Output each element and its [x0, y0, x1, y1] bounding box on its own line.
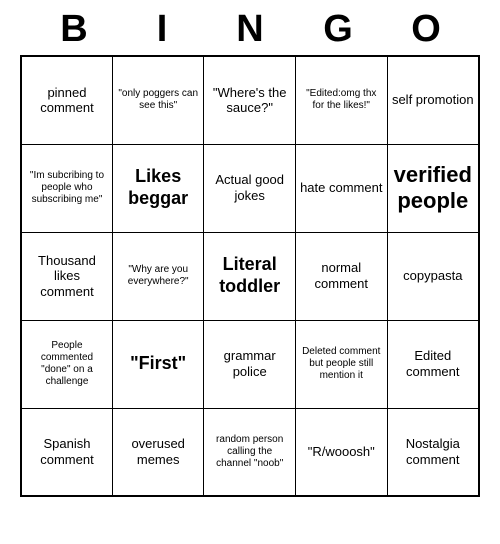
- letter-b: B: [30, 8, 118, 51]
- cell-2-0: Thousand likes comment: [21, 232, 112, 320]
- cell-0-4: self promotion: [387, 56, 479, 144]
- cell-1-0: "Im subcribing to people who subscribing…: [21, 144, 112, 232]
- cell-0-0: pinned comment: [21, 56, 112, 144]
- cell-3-3: Deleted comment but people still mention…: [295, 320, 387, 408]
- cell-3-2: grammar police: [204, 320, 296, 408]
- letter-o: O: [382, 8, 470, 51]
- bingo-title: B I N G O: [20, 0, 480, 55]
- cell-3-4: Edited comment: [387, 320, 479, 408]
- cell-4-3: "R/wooosh": [295, 408, 387, 496]
- cell-1-2: Actual good jokes: [204, 144, 296, 232]
- cell-0-3: "Edited:omg thx for the likes!": [295, 56, 387, 144]
- cell-2-1: "Why are you everywhere?": [112, 232, 204, 320]
- cell-4-4: Nostalgia comment: [387, 408, 479, 496]
- cell-3-0: People commented "done" on a challenge: [21, 320, 112, 408]
- cell-4-2: random person calling the channel "noob": [204, 408, 296, 496]
- letter-n: N: [206, 8, 294, 51]
- cell-2-3: normal comment: [295, 232, 387, 320]
- cell-1-4: verified people: [387, 144, 479, 232]
- cell-4-0: Spanish comment: [21, 408, 112, 496]
- cell-2-4: copypasta: [387, 232, 479, 320]
- bingo-grid: pinned comment"only poggers can see this…: [20, 55, 480, 497]
- cell-0-2: "Where's the sauce?": [204, 56, 296, 144]
- cell-3-1: "First": [112, 320, 204, 408]
- cell-4-1: overused memes: [112, 408, 204, 496]
- letter-i: I: [118, 8, 206, 51]
- cell-1-3: hate comment: [295, 144, 387, 232]
- cell-2-2: Literal toddler: [204, 232, 296, 320]
- cell-1-1: Likes beggar: [112, 144, 204, 232]
- cell-0-1: "only poggers can see this": [112, 56, 204, 144]
- letter-g: G: [294, 8, 382, 51]
